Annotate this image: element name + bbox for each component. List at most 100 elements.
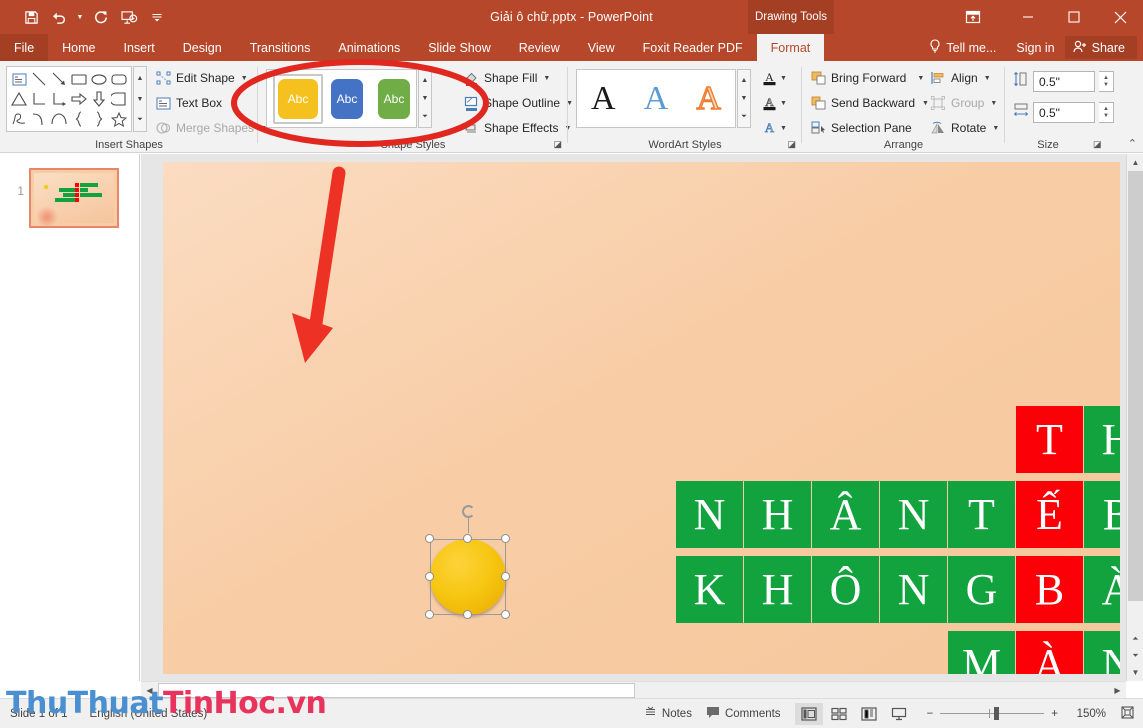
down-arrow-shape-icon[interactable] — [90, 90, 108, 109]
zoom-slider-track[interactable] — [940, 707, 1045, 720]
shapes-gallery-up-icon[interactable]: ▲ — [134, 68, 146, 88]
shape-styles-dialog-launcher[interactable]: ◪ — [553, 139, 562, 150]
scroll-up-icon[interactable]: ▲ — [1127, 154, 1143, 171]
stepper-down-icon[interactable]: ▼ — [1103, 82, 1109, 88]
resize-handle-nw[interactable] — [425, 534, 434, 543]
zoom-level-label[interactable]: 150% — [1072, 708, 1106, 720]
stepper-up-icon[interactable]: ▲ — [1103, 75, 1109, 81]
crossword-cell[interactable]: N — [1084, 631, 1120, 674]
next-slide-icon[interactable]: ⏷ — [1127, 647, 1143, 664]
slide-indicator[interactable]: Slide 1 of 1 — [10, 708, 68, 720]
share-button[interactable]: Share — [1064, 36, 1137, 59]
wordart-styles-up-icon[interactable]: ▲ — [738, 71, 750, 89]
chevron-down-icon[interactable]: ▼ — [984, 75, 991, 82]
tab-slide-show[interactable]: Slide Show — [414, 34, 505, 61]
crossword-cell[interactable]: À — [1016, 631, 1083, 674]
redo-icon[interactable] — [88, 4, 114, 30]
tab-design[interactable]: Design — [169, 34, 236, 61]
text-effects-button[interactable]: A ▼ — [761, 117, 787, 139]
shape-style-thumb-blue[interactable]: Abc — [331, 78, 363, 119]
tab-view[interactable]: View — [574, 34, 629, 61]
crossword-cell[interactable]: H — [744, 481, 811, 548]
rounded-rectangle-shape-icon[interactable] — [110, 70, 128, 89]
crossword-cell[interactable]: H — [744, 556, 811, 623]
crossword-cell[interactable]: T — [1016, 406, 1083, 473]
wordart-styles-gallery[interactable]: A A A — [576, 69, 736, 128]
text-outline-button[interactable]: A ▼ — [761, 92, 787, 114]
chevron-down-icon[interactable]: ▼ — [922, 100, 929, 107]
line-shape-icon[interactable] — [30, 70, 48, 89]
text-box-button[interactable]: Text Box — [155, 92, 222, 114]
zoom-in-button[interactable]: + — [1051, 708, 1058, 720]
shape-height-input[interactable]: 0.5" — [1033, 71, 1095, 92]
star-shape-icon[interactable] — [110, 110, 128, 129]
edit-shape-button[interactable]: Edit Shape ▼ — [155, 67, 248, 89]
slide-thumbnail-1[interactable]: 1 — [12, 168, 119, 228]
resize-handle-e[interactable] — [501, 572, 510, 581]
crossword-cell[interactable]: N — [880, 481, 947, 548]
elbow-connector-shape-icon[interactable] — [50, 90, 68, 109]
close-button[interactable] — [1097, 0, 1143, 34]
shape-style-thumb-green[interactable]: Abc — [378, 78, 410, 119]
crossword-cell[interactable]: N — [676, 481, 743, 548]
shape-fill-button[interactable]: Shape Fill ▼ — [463, 67, 550, 89]
crossword-cell[interactable]: Ô — [812, 556, 879, 623]
tab-animations[interactable]: Animations — [324, 34, 414, 61]
fit-slide-icon[interactable] — [1120, 705, 1135, 723]
vertical-scrollbar[interactable]: ▲ ⏶ ⏷ ▼ — [1126, 154, 1143, 681]
notes-button[interactable]: Notes — [644, 706, 692, 722]
zoom-slider-thumb[interactable] — [994, 707, 1000, 720]
right-brace-shape-icon[interactable] — [90, 110, 108, 129]
slide-canvas[interactable]: T H N H Â N T Ế B K H Ô N G B À M À N — [163, 162, 1120, 674]
shapes-gallery-more-icon[interactable]: ⏷ — [134, 110, 146, 130]
wordart-thumb-blue[interactable]: A — [644, 81, 669, 116]
shapes-gallery-scrollbar[interactable]: ▲ ▼ ⏷ — [133, 66, 147, 132]
shape-width-stepper[interactable]: ▲ ▼ — [1099, 102, 1114, 123]
shape-width-input[interactable]: 0.5" — [1033, 102, 1095, 123]
crossword-cell[interactable]: Â — [812, 481, 879, 548]
crossword-cell[interactable]: M — [948, 631, 1015, 674]
selected-oval-shape[interactable] — [424, 505, 512, 621]
text-fill-button[interactable]: A ▼ — [761, 67, 787, 89]
crossword-cell[interactable]: Ế — [1016, 481, 1083, 548]
zoom-out-button[interactable]: − — [927, 708, 934, 720]
curve-shape-icon[interactable] — [30, 110, 48, 129]
undo-dropdown-icon[interactable]: ▼ — [74, 4, 86, 30]
collapse-ribbon-icon[interactable]: ⌃ — [1128, 137, 1137, 150]
rotate-button[interactable]: Rotate ▼ — [930, 117, 999, 139]
bring-forward-button[interactable]: Bring Forward ▼ — [810, 67, 924, 89]
vertical-scrollbar-thumb[interactable] — [1128, 171, 1143, 601]
shape-styles-scrollbar[interactable]: ▲ ▼ ⏷ — [418, 69, 432, 128]
tab-home[interactable]: Home — [48, 34, 109, 61]
oval-shape-icon[interactable] — [90, 70, 108, 89]
reading-view-button[interactable] — [855, 703, 883, 725]
chevron-down-icon[interactable]: ▼ — [780, 125, 787, 132]
slideshow-view-button[interactable] — [885, 703, 913, 725]
shape-styles-up-icon[interactable]: ▲ — [419, 71, 431, 89]
chevron-down-icon[interactable]: ▼ — [780, 100, 787, 107]
tab-file[interactable]: File — [0, 34, 49, 61]
wordart-styles-dialog-launcher[interactable]: ◪ — [787, 139, 796, 150]
triangle-shape-icon[interactable] — [10, 90, 28, 109]
maximize-button[interactable] — [1051, 0, 1097, 34]
resize-handle-sw[interactable] — [425, 610, 434, 619]
resize-handle-n[interactable] — [463, 534, 472, 543]
wordart-styles-scrollbar[interactable]: ▲ ▼ ⏷ — [737, 69, 751, 128]
tab-insert[interactable]: Insert — [110, 34, 169, 61]
comments-button[interactable]: Comments — [706, 706, 781, 722]
tab-transitions[interactable]: Transitions — [236, 34, 325, 61]
chevron-down-icon[interactable]: ▼ — [992, 125, 999, 132]
resize-handle-w[interactable] — [425, 572, 434, 581]
crossword-cell[interactable]: À — [1084, 556, 1120, 623]
tell-me-box[interactable]: Tell me... — [919, 39, 1006, 56]
scroll-right-icon[interactable]: ▶ — [1109, 682, 1126, 699]
align-button[interactable]: Align ▼ — [930, 67, 991, 89]
arc-shape-icon[interactable] — [50, 110, 68, 129]
stepper-down-icon[interactable]: ▼ — [1103, 113, 1109, 119]
shape-height-stepper[interactable]: ▲ ▼ — [1099, 71, 1114, 92]
rectangle-shape-icon[interactable] — [70, 70, 88, 89]
shape-styles-gallery[interactable]: Abc Abc Abc — [266, 69, 417, 128]
shape-outline-button[interactable]: Shape Outline ▼ — [463, 92, 573, 114]
shape-effects-button[interactable]: Shape Effects ▼ — [463, 117, 571, 139]
horizontal-scrollbar[interactable]: ◀ ▶ — [141, 681, 1126, 698]
